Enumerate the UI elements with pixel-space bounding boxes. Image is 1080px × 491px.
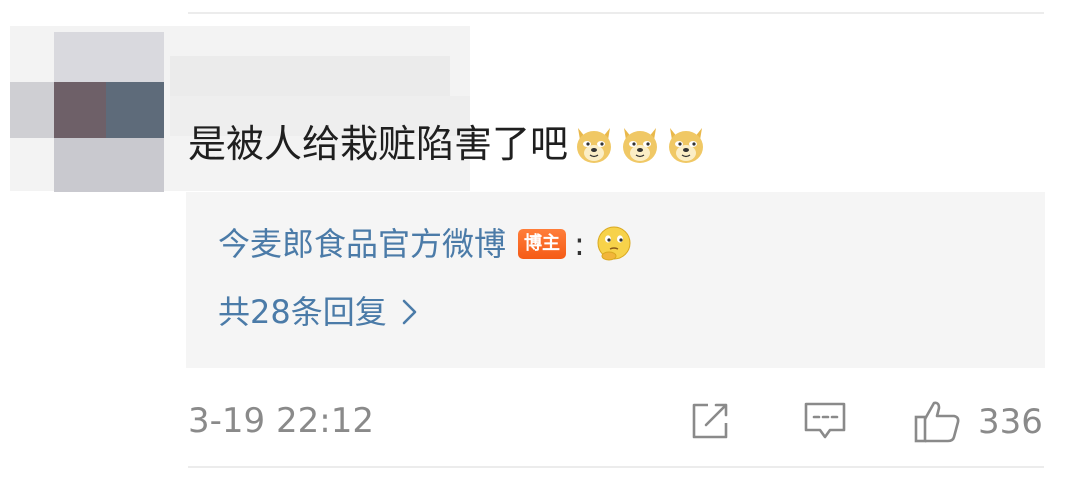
like-button[interactable]: 336 (912, 399, 1043, 445)
share-icon (692, 403, 728, 439)
doge-icon (623, 128, 658, 163)
doge-icon (577, 128, 612, 163)
doge-emoji-group (572, 122, 708, 166)
thumbs-up-icon (914, 401, 960, 443)
top-divider (188, 12, 1044, 14)
reply-author-link[interactable]: 今麦郎食品官方微博 (218, 222, 506, 266)
comment-icon (804, 402, 846, 439)
blurred-username-mosaic (10, 26, 480, 196)
blogger-badge: 博主 (518, 229, 567, 259)
doge-icon (669, 128, 704, 163)
comment-timestamp: 3-19 22:12 (188, 401, 374, 441)
reply-preview-box[interactable]: 今麦郎食品官方微博 博主 : 共28条回复 (186, 192, 1045, 368)
reply-button[interactable] (802, 399, 848, 443)
like-count: 336 (978, 402, 1043, 442)
reply-author-line: 今麦郎食品官方微博 博主 : (218, 222, 633, 266)
reply-count-label: 共28条回复 (218, 293, 387, 331)
comment-text: 是被人给栽赃陷害了吧 (188, 118, 708, 170)
reply-colon: : (574, 225, 585, 263)
chevron-right-icon (402, 299, 417, 325)
bottom-divider (188, 466, 1044, 468)
comment-body: 是被人给栽赃陷害了吧 (188, 122, 569, 166)
thinking-face-icon (597, 226, 631, 261)
view-replies-link[interactable]: 共28条回复 (218, 290, 419, 334)
share-button[interactable] (688, 399, 732, 443)
